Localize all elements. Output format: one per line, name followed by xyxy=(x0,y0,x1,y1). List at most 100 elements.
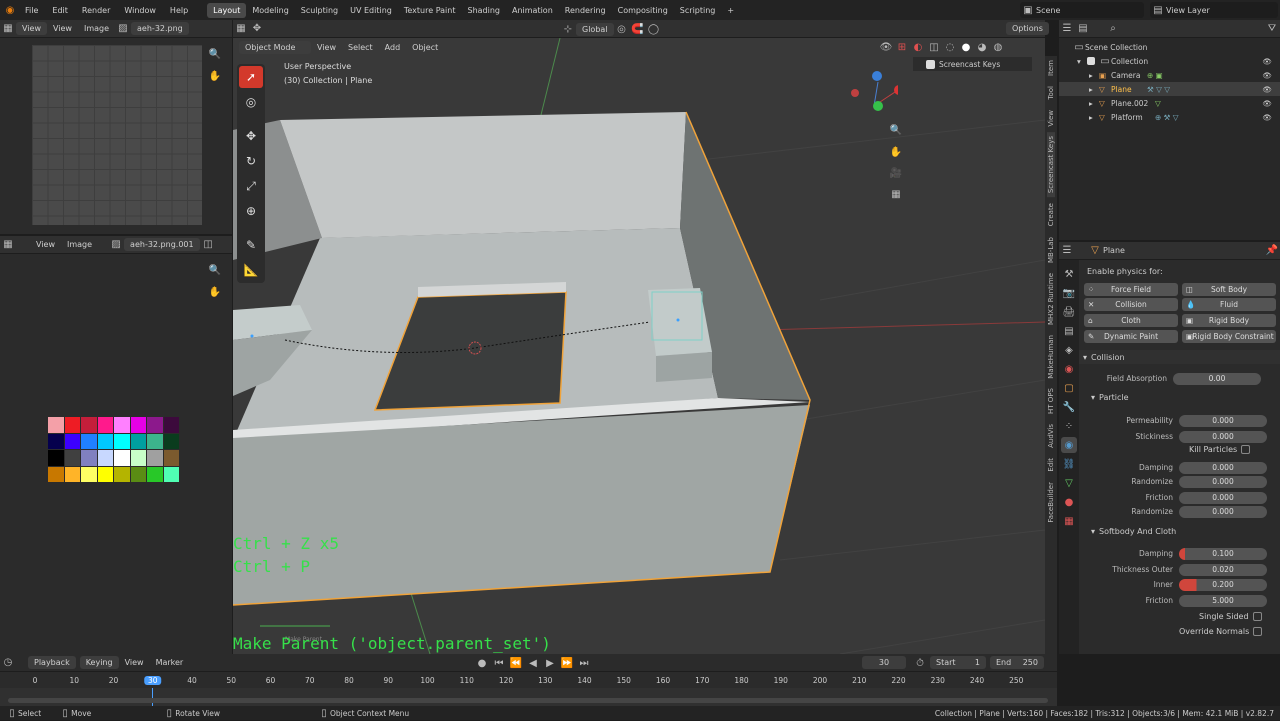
add-workspace-button[interactable]: + xyxy=(721,3,740,18)
palette-swatch[interactable] xyxy=(130,450,146,466)
menu-edit[interactable]: Edit xyxy=(45,6,75,15)
sb-damping-field[interactable]: 0.100 xyxy=(1179,547,1267,560)
visibility-eye-icon[interactable]: 👁 xyxy=(1262,57,1272,66)
cursor-tool-icon[interactable]: ◎ xyxy=(239,91,263,113)
stopwatch-icon[interactable]: ⏱ xyxy=(912,655,928,671)
tab-makehuman[interactable]: MakeHuman xyxy=(1047,331,1055,383)
expand-arrow-icon[interactable]: ▾ xyxy=(1077,57,1087,66)
tab-texture-paint[interactable]: Texture Paint xyxy=(398,3,462,18)
camera-view-icon[interactable]: 🎥 xyxy=(888,165,904,181)
collection-checkbox[interactable] xyxy=(1087,57,1095,65)
playback-dropdown[interactable]: Playback xyxy=(28,656,76,669)
close-icon[interactable]: ✕ xyxy=(1088,300,1094,309)
visibility-eye-icon[interactable]: 👁 xyxy=(1262,71,1272,80)
scale-tool-icon[interactable]: ⤢ xyxy=(239,175,263,197)
palette-swatch[interactable] xyxy=(114,466,130,482)
palette-swatch[interactable] xyxy=(130,417,146,433)
friction-field[interactable]: 0.000 xyxy=(1179,491,1267,504)
data-tab-icon[interactable]: ▽ xyxy=(1061,475,1077,491)
visibility-eye-icon[interactable]: 👁 xyxy=(1262,113,1272,122)
measure-tool-icon[interactable]: 📐 xyxy=(239,259,263,281)
menu-render[interactable]: Render xyxy=(75,6,117,15)
proportional-edit-icon[interactable]: ◯ xyxy=(646,21,662,37)
record-icon[interactable]: ● xyxy=(474,655,490,671)
randomize2-field[interactable]: 0.000 xyxy=(1179,505,1267,518)
palette-swatch[interactable] xyxy=(48,433,64,449)
texture-tab-icon[interactable]: ▦ xyxy=(1061,513,1077,529)
outliner-item-camera[interactable]: ▸ ▣ Camera ⊕ ▣ 👁 xyxy=(1059,68,1280,82)
tab-compositing[interactable]: Compositing xyxy=(612,3,674,18)
play-reverse-icon[interactable]: ◀ xyxy=(525,655,541,671)
image-name-field[interactable]: aeh-32.png xyxy=(131,22,190,35)
pan-hand-icon[interactable]: ✋ xyxy=(207,68,223,84)
kill-particles-row[interactable]: Kill Particles xyxy=(1189,445,1251,454)
editor-type-icon[interactable]: ▦ xyxy=(0,237,16,253)
orientation-dropdown[interactable]: Global xyxy=(576,22,614,36)
tab-rendering[interactable]: Rendering xyxy=(559,3,612,18)
palette-swatch[interactable] xyxy=(114,433,130,449)
display-mode-icon[interactable]: ▤ xyxy=(1075,21,1091,37)
timeline-menu-marker[interactable]: Marker xyxy=(150,658,190,667)
view-dropdown[interactable]: View xyxy=(16,22,47,35)
image-name-field[interactable]: aeh-32.png.001 xyxy=(124,238,201,251)
palette-swatch[interactable] xyxy=(147,466,163,482)
expand-arrow-icon[interactable]: ▸ xyxy=(1089,113,1099,122)
start-frame-field[interactable]: Start 1 xyxy=(930,656,986,669)
palette-swatch[interactable] xyxy=(147,450,163,466)
tab-edit[interactable]: Edit xyxy=(1047,454,1055,476)
snap-icon[interactable]: 🧲 xyxy=(630,21,646,37)
output-tab-icon[interactable]: 🖨 xyxy=(1061,304,1077,320)
palette-swatch[interactable] xyxy=(64,433,80,449)
softbody-subpanel-header[interactable]: ▾ Softbody And Cloth xyxy=(1091,527,1176,536)
damping-field[interactable]: 0.000 xyxy=(1179,461,1267,474)
palette-swatch[interactable] xyxy=(130,466,146,482)
modifier-tab-icon[interactable]: 🔧 xyxy=(1061,399,1077,415)
palette-swatch[interactable] xyxy=(163,466,179,482)
outliner-item-plane[interactable]: ▸ ▽ Plane ⚒ ▽ ▽ 👁 xyxy=(1059,82,1280,96)
palette-swatch[interactable] xyxy=(130,433,146,449)
expand-arrow-icon[interactable]: ▸ xyxy=(1089,99,1099,108)
menu-view[interactable]: View xyxy=(30,240,61,249)
filter-icon[interactable]: ⛛ xyxy=(1264,21,1280,37)
scene-tab-icon[interactable]: ◈ xyxy=(1061,342,1077,358)
tab-mhx2-runtime[interactable]: MHX2 Runtime xyxy=(1047,269,1055,329)
force-field-button[interactable]: ⁘ Force Field xyxy=(1084,283,1178,296)
scene-selector[interactable]: ▣ Scene xyxy=(1020,2,1144,18)
tab-mb-lab[interactable]: MB-Lab xyxy=(1047,233,1055,267)
palette-swatch[interactable] xyxy=(64,417,80,433)
palette-swatch[interactable] xyxy=(114,450,130,466)
viewport-menu-object[interactable]: Object xyxy=(406,43,444,52)
tab-scripting[interactable]: Scripting xyxy=(674,3,722,18)
palette-swatch[interactable] xyxy=(81,450,97,466)
tab-view[interactable]: View xyxy=(1047,106,1055,131)
timeline-menu-view[interactable]: View xyxy=(119,658,150,667)
palette-swatch[interactable] xyxy=(163,417,179,433)
dynamic-paint-button[interactable]: ✎ Dynamic Paint xyxy=(1084,330,1178,343)
tab-layout[interactable]: Layout xyxy=(207,2,247,18)
tab-screencast-keys[interactable]: Screencast Keys xyxy=(1047,132,1055,198)
kill-particles-checkbox[interactable] xyxy=(1241,445,1251,454)
tab-ht-ops[interactable]: HT OPS xyxy=(1047,384,1055,418)
outliner-item-platform[interactable]: ▸ ▽ Platform ⊕ ⚒ ▽ 👁 xyxy=(1059,110,1280,124)
palette-swatch[interactable] xyxy=(163,450,179,466)
jump-end-icon[interactable]: ⏭ xyxy=(576,655,592,671)
tab-audvis[interactable]: AudVis xyxy=(1047,420,1055,452)
rendered-shading-icon[interactable]: ◍ xyxy=(990,39,1006,55)
annotate-tool-icon[interactable]: ✎ xyxy=(239,234,263,256)
pin-icon[interactable]: 📌 xyxy=(1264,243,1280,259)
sb-friction-field[interactable]: 5.000 xyxy=(1179,594,1267,607)
outliner-scene-collection[interactable]: ▭ Scene Collection xyxy=(1059,40,1280,54)
palette-swatch[interactable] xyxy=(81,433,97,449)
palette-swatch[interactable] xyxy=(48,466,64,482)
outliner-item-plane002[interactable]: ▸ ▽ Plane.002 ▽ 👁 xyxy=(1059,96,1280,110)
blender-logo-icon[interactable]: ◉ xyxy=(2,2,18,18)
tab-uv-editing[interactable]: UV Editing xyxy=(344,3,398,18)
inner-field[interactable]: 0.200 xyxy=(1179,578,1267,591)
palette-swatch[interactable] xyxy=(97,417,113,433)
palette-swatch[interactable] xyxy=(97,450,113,466)
3d-viewport[interactable]: ➚ ◎ ✥ ↻ ⤢ ⊕ ✎ 📐 User Perspective (30) Co… xyxy=(233,38,1045,654)
visibility-icon[interactable]: 👁 xyxy=(878,39,894,55)
next-keyframe-icon[interactable]: ⏩ xyxy=(559,655,575,671)
palette-swatch[interactable] xyxy=(81,466,97,482)
options-dropdown[interactable]: Options xyxy=(1006,22,1049,35)
